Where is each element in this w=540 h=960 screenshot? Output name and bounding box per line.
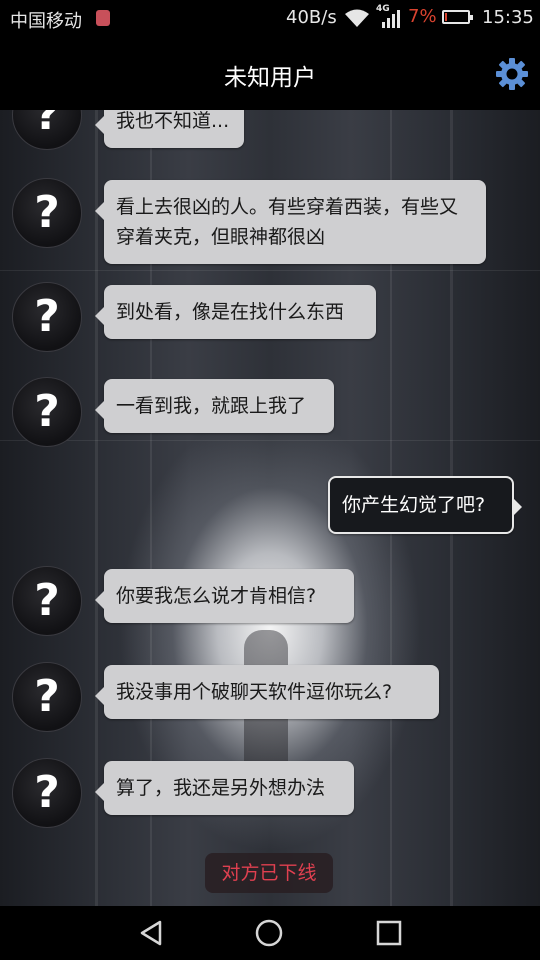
- recents-square-icon[interactable]: [374, 918, 404, 948]
- bg-building-line: [0, 270, 540, 271]
- chat-area[interactable]: ? 我也不知道... ? 看上去很凶的人。有些穿着西装，有些又穿着夹克，但眼神都…: [0, 110, 540, 906]
- back-triangle-icon[interactable]: [136, 918, 166, 948]
- message-bubble[interactable]: 我也不知道...: [95, 110, 244, 148]
- gear-icon[interactable]: [494, 56, 530, 92]
- signal-icon: [382, 10, 400, 28]
- page-title: 未知用户: [224, 65, 316, 91]
- carrier-name: 中国移动: [10, 11, 82, 32]
- wifi-icon: [345, 9, 369, 27]
- avatar[interactable]: ?: [12, 566, 82, 636]
- nav-bar: [0, 906, 540, 960]
- avatar[interactable]: ?: [12, 282, 82, 352]
- clock: 15:35: [482, 7, 534, 28]
- message-bubble[interactable]: 到处看，像是在找什么东西: [95, 285, 376, 339]
- avatar[interactable]: ?: [12, 662, 82, 732]
- bg-building-line: [0, 440, 540, 441]
- home-circle-icon[interactable]: [254, 918, 284, 948]
- avatar[interactable]: ?: [12, 110, 82, 150]
- message-bubble-self[interactable]: 你产生幻觉了吧?: [328, 476, 522, 534]
- message-bubble[interactable]: 你要我怎么说才肯相信?: [95, 569, 354, 623]
- battery-percent: 7%: [408, 6, 437, 27]
- message-bubble[interactable]: 一看到我，就跟上我了: [95, 379, 334, 433]
- offline-notice: 对方已下线: [205, 853, 333, 893]
- battery-icon: [442, 10, 473, 24]
- message-bubble[interactable]: 看上去很凶的人。有些穿着西装，有些又穿着夹克，但眼神都很凶: [95, 180, 486, 264]
- chat-header: 未知用户: [0, 36, 540, 110]
- message-bubble[interactable]: 我没事用个破聊天软件逗你玩么?: [95, 665, 439, 719]
- net-speed: 40B/s: [286, 7, 337, 28]
- message-bubble[interactable]: 算了，我还是另外想办法: [95, 761, 354, 815]
- battery-fill: [445, 13, 447, 21]
- avatar[interactable]: ?: [12, 178, 82, 248]
- status-bar: 中国移动 40B/s 4G 7% 15:35: [0, 0, 540, 36]
- sim-icon: [96, 10, 110, 26]
- avatar[interactable]: ?: [12, 377, 82, 447]
- avatar[interactable]: ?: [12, 758, 82, 828]
